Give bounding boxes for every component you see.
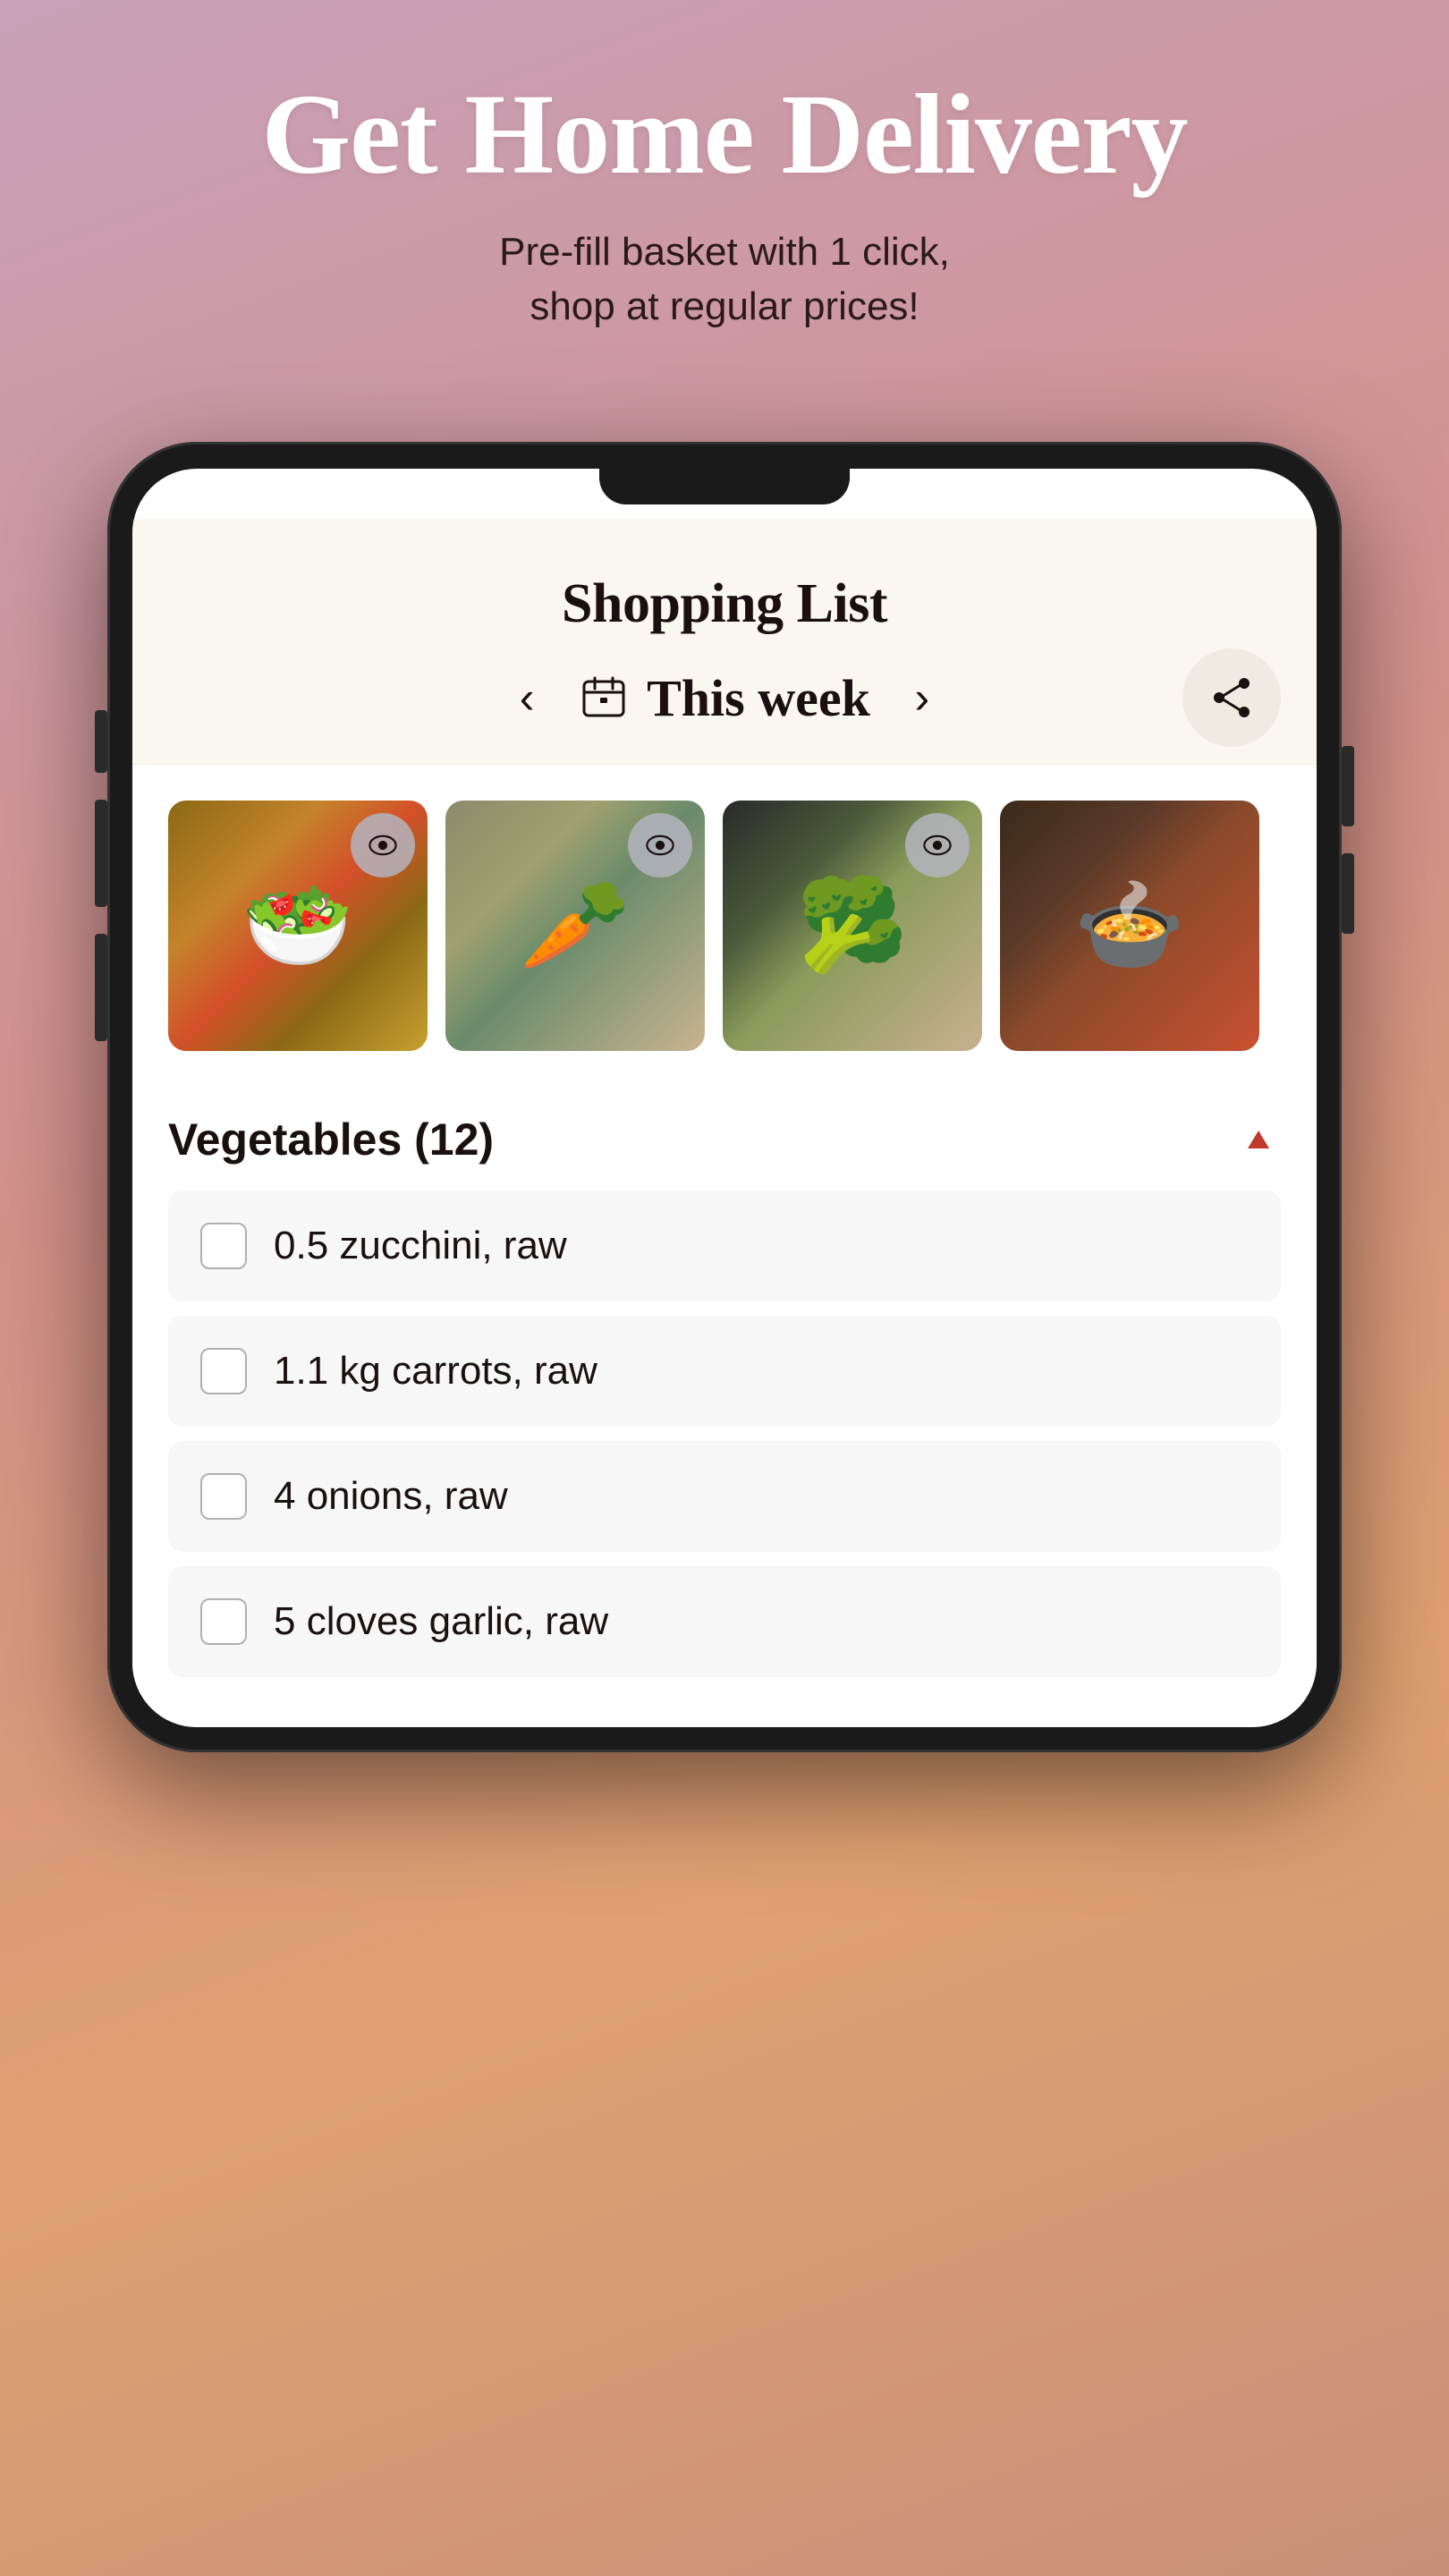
phone-notch — [599, 469, 850, 504]
hero-title: Get Home Delivery — [262, 72, 1188, 198]
recipe-eye-button-2[interactable] — [628, 813, 692, 877]
recipe-image-4 — [1000, 801, 1259, 1051]
share-button[interactable] — [1182, 648, 1281, 747]
list-item-3: 4 onions, raw — [168, 1441, 1281, 1552]
recipe-eye-button-3[interactable] — [905, 813, 970, 877]
phone-screen: Shopping List ‹ — [132, 469, 1317, 1727]
checkbox-4[interactable] — [200, 1598, 247, 1645]
phone-frame: Shopping List ‹ — [107, 442, 1342, 1752]
volume-button-right — [1342, 853, 1354, 934]
app-header: Shopping List ‹ — [132, 519, 1317, 765]
next-week-button[interactable]: › — [895, 672, 949, 724]
category-header: Vegetables (12) — [168, 1114, 1281, 1165]
recipe-eye-button-1[interactable] — [351, 813, 415, 877]
hero-subtitle: Pre-fill basket with 1 click, shop at re… — [499, 225, 950, 335]
screen-title: Shopping List — [562, 572, 887, 636]
item-text-2: 1.1 kg carrots, raw — [274, 1349, 597, 1394]
item-text-4: 5 cloves garlic, raw — [274, 1599, 608, 1644]
recipe-card-2[interactable] — [445, 801, 705, 1051]
checkbox-2[interactable] — [200, 1348, 247, 1394]
week-navigation: ‹ This week › — [168, 668, 1281, 728]
shopping-list-section: Vegetables (12) 0.5 zucchini, raw 1.1 kg… — [132, 1078, 1317, 1727]
prev-week-button[interactable]: ‹ — [500, 672, 554, 724]
week-text: This week — [647, 668, 870, 728]
item-text-1: 0.5 zucchini, raw — [274, 1224, 567, 1268]
hero-section: Get Home Delivery Pre-fill basket with 1… — [0, 0, 1449, 388]
list-item-4: 5 cloves garlic, raw — [168, 1566, 1281, 1677]
list-item-2: 1.1 kg carrots, raw — [168, 1316, 1281, 1427]
recipe-card-4[interactable] — [1000, 801, 1259, 1051]
item-text-3: 4 onions, raw — [274, 1474, 508, 1519]
week-label-group: This week — [579, 668, 870, 728]
mute-button — [95, 710, 107, 773]
volume-up-button — [95, 800, 107, 907]
calendar-icon — [579, 673, 629, 723]
recipes-scroll — [132, 765, 1317, 1078]
checkbox-3[interactable] — [200, 1473, 247, 1520]
phone-mockup: Shopping List ‹ — [107, 442, 1342, 1752]
power-button — [1342, 746, 1354, 826]
volume-down-button — [95, 934, 107, 1041]
list-item-1: 0.5 zucchini, raw — [168, 1191, 1281, 1301]
recipe-card-1[interactable] — [168, 801, 428, 1051]
category-title: Vegetables (12) — [168, 1114, 494, 1165]
checkbox-1[interactable] — [200, 1223, 247, 1269]
collapse-button[interactable] — [1236, 1117, 1281, 1162]
recipe-card-3[interactable] — [723, 801, 982, 1051]
